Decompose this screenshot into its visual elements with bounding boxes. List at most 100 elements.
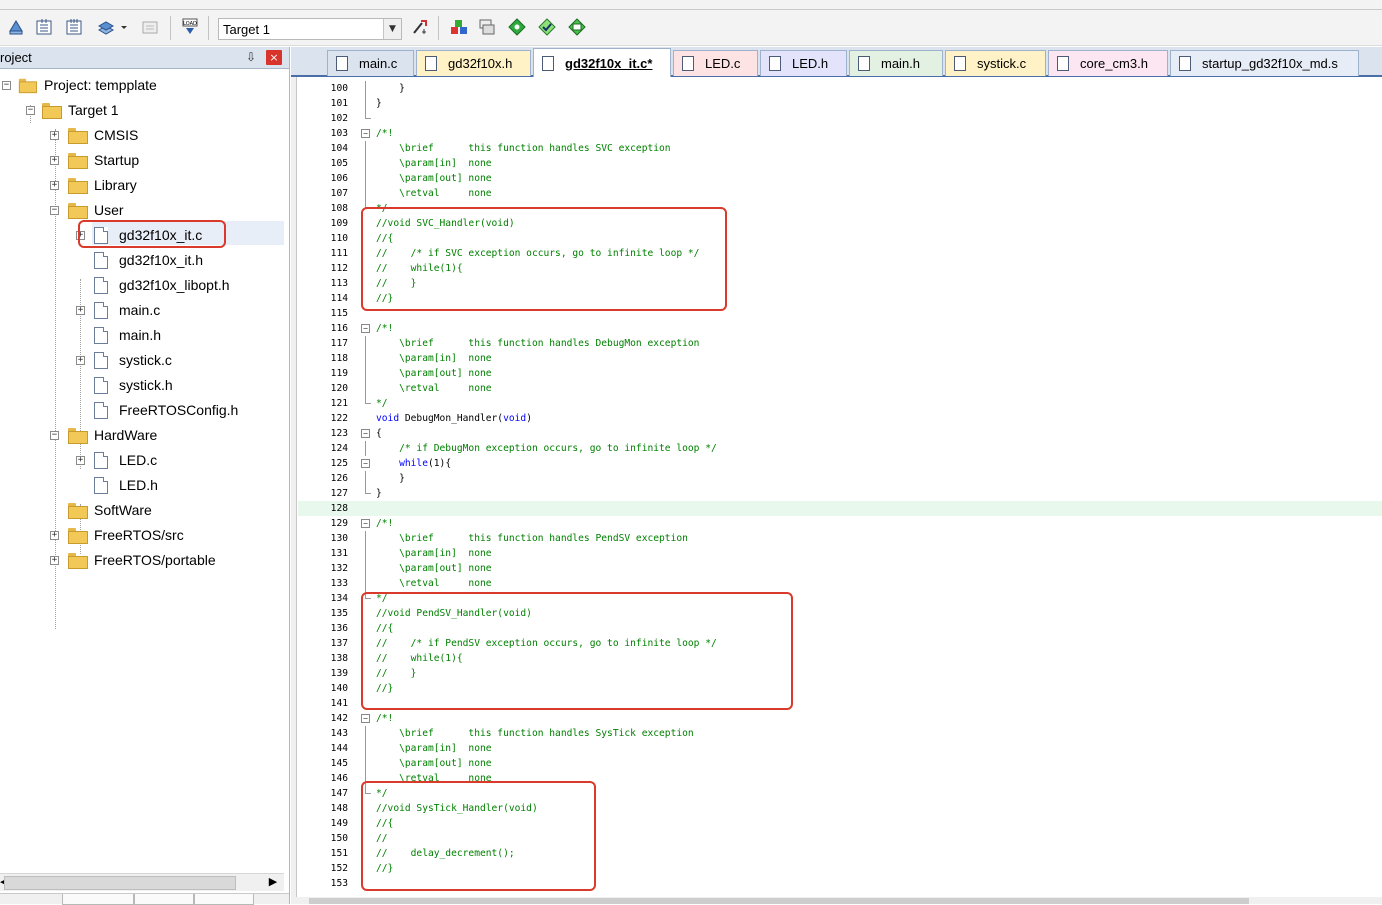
code-line[interactable]: 120 \retval none (298, 381, 1382, 396)
tab-core-cm3-h[interactable]: core_cm3.h (1048, 50, 1168, 76)
code-line[interactable]: 143 \brief this function handles SysTick… (298, 726, 1382, 741)
tab-books[interactable] (62, 894, 134, 905)
tree-item-main-h[interactable]: main.h (94, 323, 163, 347)
batch-build-dropdown-icon[interactable] (118, 17, 130, 37)
tab-gd32f10x-h[interactable]: gd32f10x.h (416, 50, 531, 76)
tab-startup-gd32f10x-md-s[interactable]: startup_gd32f10x_md.s (1170, 50, 1359, 76)
tree-item-systick-h[interactable]: systick.h (94, 373, 175, 397)
scroll-right-icon[interactable]: ▶ (264, 875, 282, 891)
code-line[interactable]: 105 \param[in] none (298, 156, 1382, 171)
code-line[interactable]: 124 /* if DebugMon exception occurs, go … (298, 441, 1382, 456)
tree-item-target-1[interactable]: Target 1 (42, 98, 121, 122)
expand-icon[interactable]: + (76, 306, 85, 315)
file-extensions-icon[interactable] (477, 17, 497, 37)
expand-icon[interactable]: + (76, 356, 85, 365)
code-line[interactable]: 121 */ (298, 396, 1382, 411)
tab-templates[interactable] (194, 894, 254, 905)
code-line[interactable]: 132 \param[out] none (298, 561, 1382, 576)
fold-toggle-icon[interactable]: − (358, 321, 372, 336)
code-line[interactable]: 125− while(1){ (298, 456, 1382, 471)
code-line[interactable]: 123−{ (298, 426, 1382, 441)
tab-functions[interactable] (134, 894, 194, 905)
tree-item-startup[interactable]: Startup (68, 148, 141, 172)
project-horizontal-scrollbar[interactable]: ◀ ▶ (0, 873, 284, 891)
scrollbar-thumb[interactable] (309, 898, 1249, 904)
code-line[interactable]: 129−/*! (298, 516, 1382, 531)
tree-item-project-tempplate[interactable]: Project: tempplate (18, 73, 159, 97)
collapse-icon[interactable]: − (2, 81, 11, 90)
code-line[interactable]: 133 \retval none (298, 576, 1382, 591)
tree-item-software[interactable]: SoftWare (68, 498, 154, 522)
fold-toggle-icon[interactable]: − (358, 711, 372, 726)
expand-icon[interactable]: + (50, 556, 59, 565)
close-icon[interactable]: × (266, 50, 282, 65)
tree-item-freertos-portable[interactable]: FreeRTOS/portable (68, 548, 218, 572)
code-line[interactable]: 130 \brief this function handles PendSV … (298, 531, 1382, 546)
download-icon[interactable]: LOAD (180, 17, 200, 37)
tree-item-gd32f10x-it-h[interactable]: gd32f10x_it.h (94, 248, 205, 272)
expand-icon[interactable]: + (50, 131, 59, 140)
tree-item-led-h[interactable]: LED.h (94, 473, 160, 497)
code-line[interactable]: 101} (298, 96, 1382, 111)
tab-led-c[interactable]: LED.c (673, 50, 758, 76)
code-line[interactable]: 127} (298, 486, 1382, 501)
tree-item-freertos-src[interactable]: FreeRTOS/src (68, 523, 186, 547)
tree-item-cmsis[interactable]: CMSIS (68, 123, 140, 147)
batch-build-icon[interactable] (96, 17, 116, 37)
code-line[interactable]: 122 void DebugMon_Handler(void) (298, 411, 1382, 426)
tab-led-h[interactable]: LED.h (760, 50, 847, 76)
tree-item-gd32f10x-libopt-h[interactable]: gd32f10x_libopt.h (94, 273, 232, 297)
code-line[interactable]: 131 \param[in] none (298, 546, 1382, 561)
code-line[interactable]: 119 \param[out] none (298, 366, 1382, 381)
tree-item-main-c[interactable]: main.c (94, 298, 162, 322)
code-line[interactable]: 107 \retval none (298, 186, 1382, 201)
tree-item-freertosconfig-h[interactable]: FreeRTOSConfig.h (94, 398, 240, 422)
select-software-packs-icon[interactable] (537, 17, 557, 37)
expand-icon[interactable]: + (50, 181, 59, 190)
translate-icon[interactable] (6, 17, 26, 37)
fold-toggle-icon[interactable]: − (358, 126, 372, 141)
code-line[interactable]: 103−/*! (298, 126, 1382, 141)
build-icon[interactable] (34, 17, 54, 37)
tab-main-h[interactable]: main.h (849, 50, 943, 76)
collapse-icon[interactable]: − (26, 106, 35, 115)
rebuild-icon[interactable] (64, 17, 84, 37)
code-line[interactable]: 117 \brief this function handles DebugMo… (298, 336, 1382, 351)
collapse-icon[interactable]: − (50, 206, 59, 215)
expand-icon[interactable]: + (50, 156, 59, 165)
tree-item-hardware[interactable]: HardWare (68, 423, 159, 447)
target-select[interactable]: Target 1 ▼ (218, 18, 402, 40)
fold-toggle-icon[interactable]: − (358, 426, 372, 441)
fold-toggle-icon[interactable]: − (358, 456, 372, 471)
code-line[interactable]: 104 \brief this function handles SVC exc… (298, 141, 1382, 156)
code-line[interactable]: 142−/*! (298, 711, 1382, 726)
code-line[interactable]: 100 } (298, 81, 1382, 96)
tree-item-led-c[interactable]: LED.c (94, 448, 159, 472)
tab-systick-c[interactable]: systick.c (945, 50, 1046, 76)
collapse-icon[interactable]: − (50, 431, 59, 440)
expand-icon[interactable]: + (76, 456, 85, 465)
tree-item-user[interactable]: User (68, 198, 126, 222)
code-line[interactable]: 128 (298, 501, 1382, 516)
scrollbar-thumb[interactable] (4, 876, 236, 890)
code-line[interactable]: 145 \param[out] none (298, 756, 1382, 771)
fold-toggle-icon[interactable]: − (358, 516, 372, 531)
editor-horizontal-scrollbar[interactable] (291, 897, 1382, 904)
target-options-icon[interactable] (410, 17, 430, 37)
code-line[interactable]: 118 \param[in] none (298, 351, 1382, 366)
code-line[interactable]: 102 (298, 111, 1382, 126)
tree-item-systick-c[interactable]: systick.c (94, 348, 174, 372)
code-line[interactable]: 126 } (298, 471, 1382, 486)
manage-components-icon[interactable] (449, 17, 469, 37)
pack-installer-icon[interactable] (507, 17, 527, 37)
tab-gd32f10x-it-c[interactable]: gd32f10x_it.c* (533, 48, 671, 77)
chevron-down-icon[interactable]: ▼ (383, 19, 401, 39)
tab-main-c[interactable]: main.c (327, 50, 414, 76)
stop-build-icon[interactable] (140, 17, 160, 37)
run-time-environment-icon[interactable] (567, 17, 587, 37)
code-view[interactable]: 100 } 101} 102 103−/*! 104 \brief this funct… (298, 79, 1382, 897)
tree-item-library[interactable]: Library (68, 173, 139, 197)
code-line[interactable]: 144 \param[in] none (298, 741, 1382, 756)
expand-icon[interactable]: + (50, 531, 59, 540)
code-line[interactable]: 116−/*! (298, 321, 1382, 336)
